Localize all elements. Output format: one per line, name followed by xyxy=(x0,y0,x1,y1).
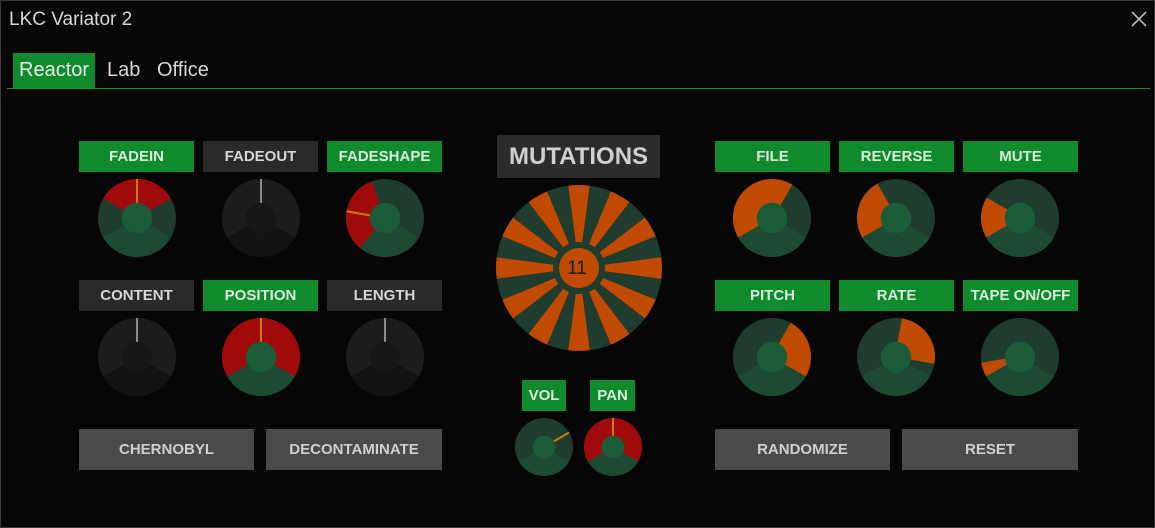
knob-center xyxy=(532,435,556,459)
fadeshape-knob[interactable] xyxy=(345,178,425,258)
knob-center xyxy=(1004,202,1036,234)
vol-label: VOL xyxy=(522,380,566,411)
rate-label: RATE xyxy=(839,280,954,311)
mute-label: MUTE xyxy=(963,141,1078,172)
knob-center xyxy=(245,341,277,373)
knob-center xyxy=(121,341,153,373)
knob-center xyxy=(369,341,401,373)
vol-knob[interactable] xyxy=(514,417,574,477)
tab-office[interactable]: Office xyxy=(157,53,209,88)
window-title: LKC Variator 2 xyxy=(9,9,133,30)
reverse-knob[interactable] xyxy=(856,178,936,258)
pan-knob[interactable] xyxy=(583,417,643,477)
content-knob[interactable] xyxy=(97,317,177,397)
knob-center xyxy=(1004,341,1036,373)
knob-center xyxy=(601,435,625,459)
position-knob[interactable] xyxy=(221,317,301,397)
tab-lab[interactable]: Lab xyxy=(107,53,140,88)
tape-on-off-knob[interactable] xyxy=(980,317,1060,397)
file-label: FILE xyxy=(715,141,830,172)
rate-knob[interactable] xyxy=(856,317,936,397)
file-knob[interactable] xyxy=(732,178,812,258)
chernobyl-button[interactable]: CHERNOBYL xyxy=(79,429,254,470)
length-label: LENGTH xyxy=(327,280,442,311)
content-label: CONTENT xyxy=(79,280,194,311)
fadeout-label: FADEOUT xyxy=(203,141,318,172)
reverse-label: REVERSE xyxy=(839,141,954,172)
length-knob[interactable] xyxy=(345,317,425,397)
mutations-value: 11 xyxy=(567,258,587,279)
pan-label: PAN xyxy=(590,380,635,411)
fadeout-knob[interactable] xyxy=(221,178,301,258)
fadein-label: FADEIN xyxy=(79,141,194,172)
knob-center xyxy=(369,202,401,234)
knob-center xyxy=(245,202,277,234)
decontaminate-button[interactable]: DECONTAMINATE xyxy=(266,429,442,470)
knob-center xyxy=(880,202,912,234)
knob-center xyxy=(756,341,788,373)
position-label: POSITION xyxy=(203,280,318,311)
fadein-knob[interactable] xyxy=(97,178,177,258)
knob-center xyxy=(756,202,788,234)
mutations-title: MUTATIONS xyxy=(497,135,660,178)
pitch-label: PITCH xyxy=(715,280,830,311)
tape-on-off-label: TAPE ON/OFF xyxy=(963,280,1078,311)
pitch-knob[interactable] xyxy=(732,317,812,397)
tab-reactor[interactable]: Reactor xyxy=(13,53,96,88)
fadeshape-label: FADESHAPE xyxy=(327,141,442,172)
knob-center xyxy=(880,341,912,373)
reset-button[interactable]: RESET xyxy=(902,429,1078,470)
randomize-button[interactable]: RANDOMIZE xyxy=(715,429,890,470)
knob-center xyxy=(121,202,153,234)
plugin-window: LKC Variator 2 Reactor Lab Office FADEIN… xyxy=(0,0,1155,528)
tab-underline xyxy=(7,88,1150,89)
mute-knob[interactable] xyxy=(980,178,1060,258)
close-icon[interactable] xyxy=(1128,8,1150,30)
